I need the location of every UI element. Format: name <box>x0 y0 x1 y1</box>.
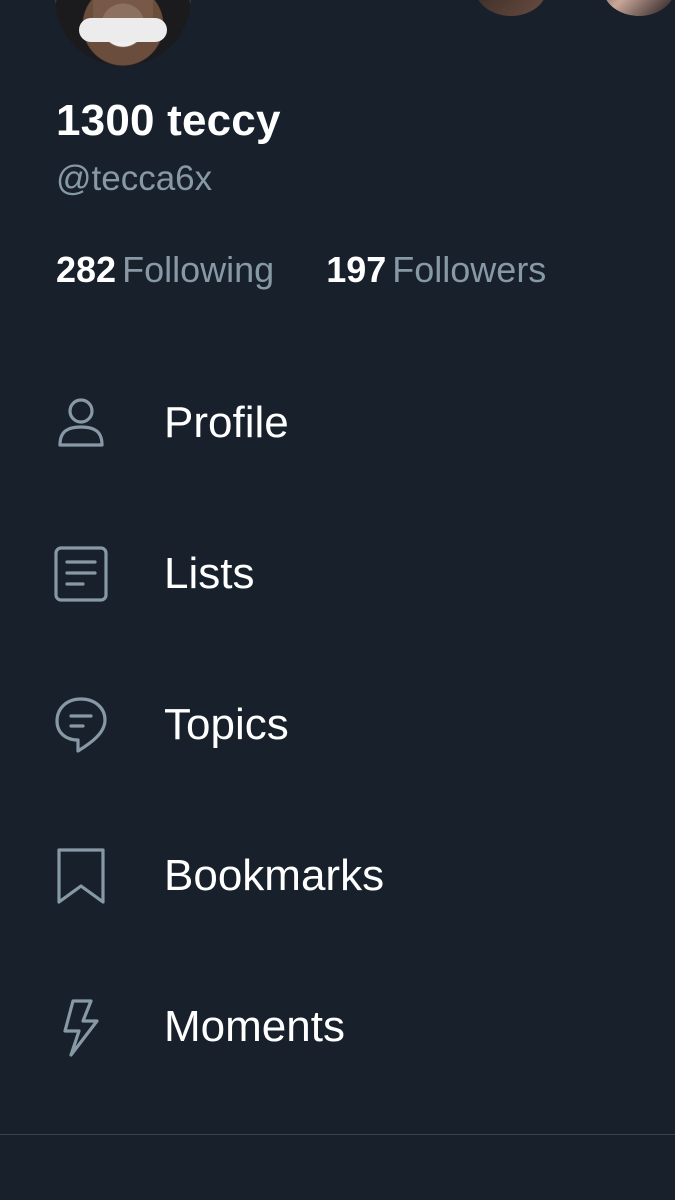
menu-divider <box>0 1134 675 1135</box>
menu-item-label: Profile <box>164 398 289 447</box>
followers-count: 197 <box>326 249 387 290</box>
menu-item-label: Moments <box>164 1002 345 1051</box>
menu-item-lists[interactable]: Lists <box>0 499 675 649</box>
follow-stats: 282 Following 197 Followers <box>56 249 546 291</box>
profile-avatar[interactable] <box>55 0 191 66</box>
display-name: 1300 teccy <box>56 96 281 145</box>
menu-item-moments[interactable]: Moments <box>0 952 675 1102</box>
topics-icon <box>51 695 111 755</box>
list-icon <box>51 544 111 604</box>
menu-item-topics[interactable]: Topics <box>0 650 675 800</box>
account-switcher-avatar[interactable] <box>475 0 547 16</box>
account-switcher-avatar[interactable] <box>603 0 675 16</box>
following-count: 282 <box>56 249 117 290</box>
menu-item-label: Lists <box>164 549 255 598</box>
menu-item-label: Topics <box>164 700 289 749</box>
following-label: Following <box>122 249 275 290</box>
user-handle: @tecca6x <box>56 159 213 198</box>
menu-item-bookmarks[interactable]: Bookmarks <box>0 801 675 951</box>
followers-label: Followers <box>392 249 547 290</box>
followers-link[interactable]: 197 Followers <box>326 249 546 290</box>
menu-item-profile[interactable]: Profile <box>0 348 675 498</box>
bookmark-icon <box>51 846 111 906</box>
person-icon <box>51 393 111 453</box>
menu-item-label: Bookmarks <box>164 851 385 900</box>
following-link[interactable]: 282 Following <box>56 249 284 290</box>
lightning-icon <box>51 997 111 1057</box>
navigation-drawer: 1300 teccy @tecca6x 282 Following 197 Foll… <box>0 0 675 1200</box>
